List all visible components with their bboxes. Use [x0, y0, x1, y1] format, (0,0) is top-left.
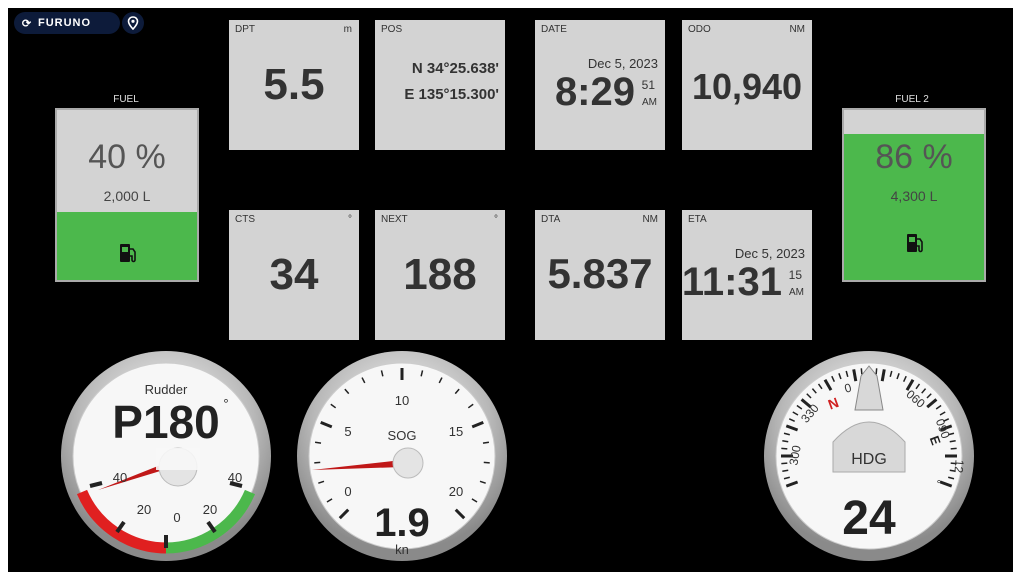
heading-gauge[interactable]: 300 330 0 060 090 12 N E HDG 24 °: [763, 350, 975, 562]
minor-tick: [949, 439, 956, 443]
eta-ampm: AM: [789, 287, 804, 298]
minor-tick: [314, 441, 322, 444]
heading-label: HDG: [851, 451, 887, 468]
eta-time: 11:31: [681, 260, 782, 304]
course-to-steer-tile[interactable]: CTS ° 34: [229, 210, 359, 340]
eta-tile[interactable]: ETA Dec 5, 2023 11:31 15 AM: [682, 210, 812, 340]
next-label: NEXT: [381, 214, 408, 225]
fuel-tank-1-tile[interactable]: 40 % 2,000 L: [55, 108, 199, 282]
sog-scale-10: 10: [395, 393, 409, 408]
time-value: 8:29: [554, 70, 635, 114]
next-unit: °: [494, 214, 498, 225]
major-tick: [880, 369, 886, 382]
fuel-tank-2-tile[interactable]: 86 % 4,300 L: [842, 108, 986, 282]
sog-unit: kn: [395, 542, 409, 557]
odometer-value: 10,940: [691, 66, 803, 107]
brand-name: FURUNO: [38, 17, 92, 29]
sog-scale-5: 5: [344, 424, 351, 439]
rudder-gauge[interactable]: Rudder P180 ° 40 20 0 20 40: [60, 350, 272, 562]
fuel-percent: 86 %: [875, 138, 953, 176]
sog-scale-20: 20: [449, 484, 463, 499]
fuel-pump-icon: [907, 234, 923, 253]
sog-scale-0: 0: [344, 484, 351, 499]
next-value: 188: [403, 250, 477, 299]
rudder-scale-stbd-40: 40: [228, 470, 242, 485]
fuel-pump-icon: [120, 244, 136, 263]
sog-gauge[interactable]: 10 5 15 0 20 SOG 1.9 kn: [296, 350, 508, 562]
longitude-value: E 135°15.300': [404, 86, 499, 103]
sog-value: 1.9: [374, 501, 430, 545]
odometer-label: ODO: [688, 24, 711, 35]
date-label: DATE: [541, 24, 567, 35]
major-tick: [852, 369, 858, 382]
odometer-tile[interactable]: ODO NM 10,940: [682, 20, 812, 150]
distance-to-arrival-tile[interactable]: DTA NM 5.837: [535, 210, 665, 340]
depth-tile[interactable]: DPT m 5.5: [229, 20, 359, 150]
refresh-icon: ⟳: [21, 17, 33, 30]
rudder-scale-port-40: 40: [113, 470, 127, 485]
dashboard-screen: ⟳ FURUNO FUEL 40 % 2,000 L FUEL 2 86 % 4…: [8, 8, 1013, 572]
rudder-scale-zero: 0: [173, 510, 180, 525]
eta-label: ETA: [688, 214, 707, 225]
minor-tick: [482, 441, 490, 444]
time-ampm: AM: [642, 97, 657, 108]
cts-label: CTS: [235, 214, 255, 225]
fuel-title: FUEL: [113, 94, 139, 105]
dta-unit: NM: [642, 214, 658, 225]
minor-tick: [781, 447, 788, 450]
sog-hub: [392, 447, 424, 479]
eta-seconds: 15: [788, 268, 802, 282]
minor-tick: [860, 368, 863, 375]
fuel-level-bar: [57, 212, 197, 280]
minor-tick: [950, 447, 957, 450]
depth-label: DPT: [235, 24, 255, 35]
cts-value: 34: [269, 250, 319, 299]
fuel-2-title: FUEL 2: [895, 94, 929, 105]
minor-tick: [875, 368, 878, 375]
depth-value: 5.5: [263, 60, 325, 109]
date-value: Dec 5, 2023: [587, 56, 658, 71]
minor-tick: [782, 469, 789, 473]
odometer-unit: NM: [789, 24, 805, 35]
fuel-volume: 2,000 L: [103, 188, 151, 204]
location-pin-icon: [127, 16, 139, 30]
fuel-volume: 4,300 L: [890, 188, 938, 204]
dta-value: 5.837: [547, 250, 653, 297]
furuno-logo[interactable]: ⟳ FURUNO: [14, 12, 120, 34]
heading-value: 24: [842, 492, 896, 545]
depth-unit: m: [343, 24, 352, 35]
rudder-scale-stbd-20: 20: [203, 502, 217, 517]
position-label: POS: [381, 24, 403, 35]
location-pin-button[interactable]: [122, 12, 144, 34]
rudder-label: Rudder: [145, 382, 188, 397]
sog-scale-15: 15: [449, 424, 463, 439]
sog-label: SOG: [388, 428, 417, 443]
cts-unit: °: [348, 214, 352, 225]
heading-unit: °: [937, 477, 942, 491]
eta-date: Dec 5, 2023: [734, 246, 805, 261]
dta-label: DTA: [541, 214, 561, 225]
next-waypoint-tile[interactable]: NEXT ° 188: [375, 210, 505, 340]
rudder-scale-port-20: 20: [137, 502, 151, 517]
fuel-percent: 40 %: [88, 138, 166, 176]
position-tile[interactable]: POS N 34°25.638' E 135°15.300': [375, 20, 505, 150]
rudder-unit: °: [223, 396, 228, 411]
time-seconds: 51: [641, 78, 655, 92]
date-tile[interactable]: DATE Dec 5, 2023 8:29 51 AM: [535, 20, 665, 150]
minor-tick: [782, 439, 789, 443]
rudder-value: P180: [112, 396, 219, 448]
heading-mark-120: 12: [951, 459, 966, 474]
latitude-value: N 34°25.638': [411, 60, 499, 77]
